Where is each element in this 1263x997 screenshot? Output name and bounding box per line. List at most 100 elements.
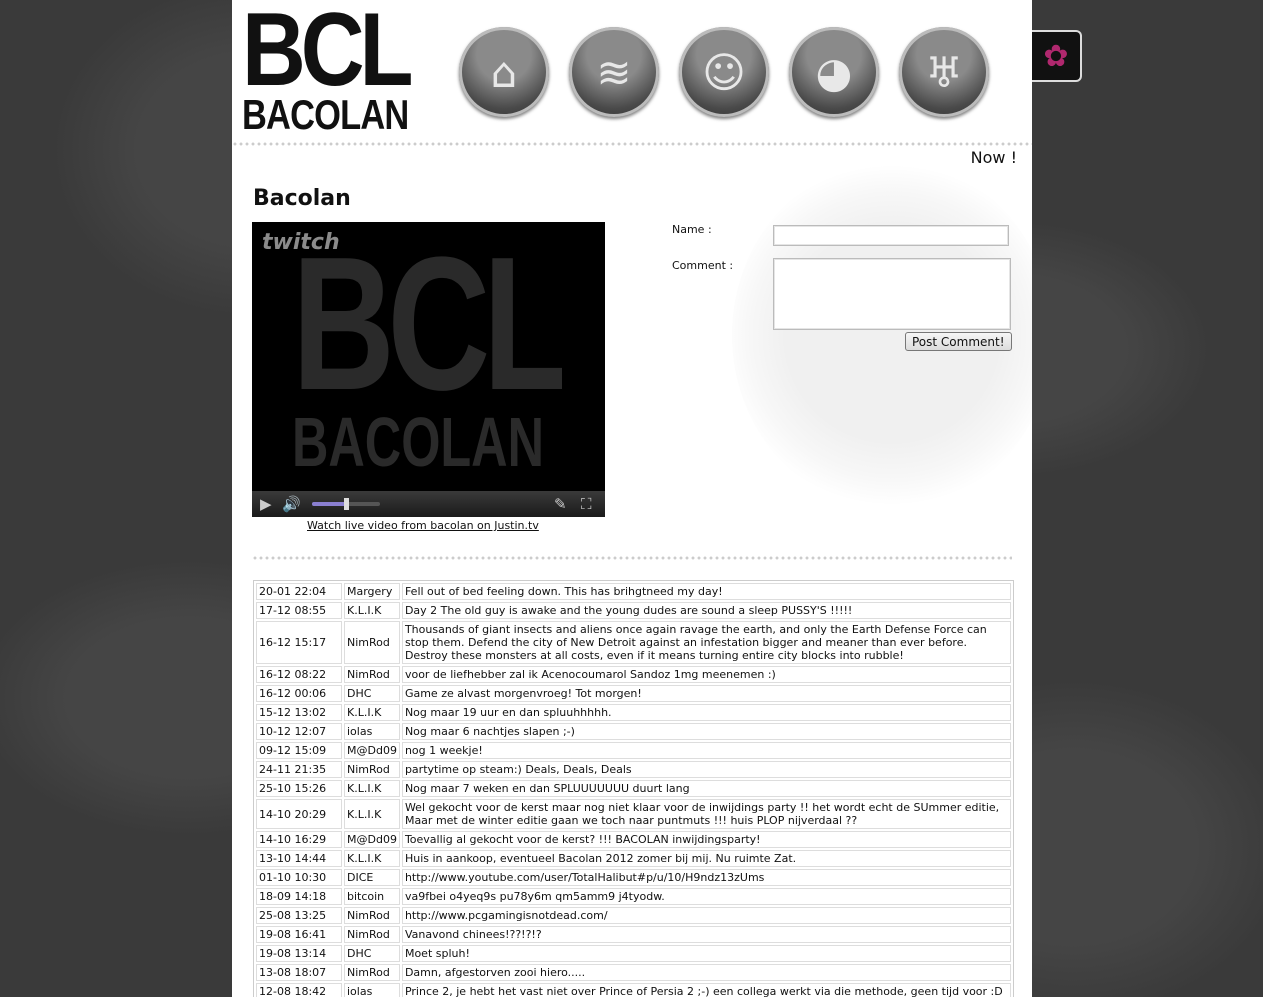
volume-icon[interactable]: 🔊 (282, 495, 301, 513)
comment-text: nog 1 weekje! (401, 742, 1011, 759)
comment-date: 25-08 13:25 (256, 907, 342, 924)
settings-wrench-icon[interactable]: ✎ (554, 495, 567, 513)
side-tab-button[interactable]: ✿ (1032, 30, 1082, 82)
comment-user: NimRod (344, 621, 400, 664)
comment-row: 17-12 08:55 K.L.I.K Day 2 The old guy is a… (256, 602, 1011, 619)
comment-row: 16-12 00:06 DHC Game ze alvast morgenvroeg… (256, 685, 1011, 702)
comment-date: 14-10 16:29 (256, 831, 342, 848)
comment-user: K.L.I.K (344, 780, 400, 797)
comment-date: 16-12 08:22 (256, 666, 342, 683)
comment-date: 19-08 13:14 (256, 945, 342, 962)
comment-row: 13-10 14:44 K.L.I.K Huis in aankoop, event… (256, 850, 1011, 867)
comment-user: iolas (344, 723, 400, 740)
comment-text: partytime op steam:) Deals, Deals, Deals (401, 761, 1011, 778)
nav-pacman-button[interactable]: ◕ (789, 27, 879, 117)
player-controls: ▶ 🔊 ✎ ⛶ (252, 491, 605, 517)
comment-row: 15-12 13:02 K.L.I.K Nog maar 19 uur en dan… (256, 704, 1011, 721)
site-logo[interactable]: BCL BACOLAN (242, 0, 422, 138)
section-divider (252, 556, 1012, 560)
comment-date: 18-09 14:18 (256, 888, 342, 905)
page-container: BCL BACOLAN ⌂ ≋ ☺ ◕ ♅ Now ! Bacolan BCL … (232, 0, 1032, 997)
home-icon: ⌂ (490, 47, 518, 97)
comment-user: K.L.I.K (344, 799, 400, 829)
nav-bat-button[interactable]: ♅ (899, 27, 989, 117)
comment-row: 12-08 18:42 iolas Prince 2, je hebt het va… (256, 983, 1011, 997)
comment-text: Vanavond chinees!??!?!? (401, 926, 1011, 943)
comment-date: 09-12 15:09 (256, 742, 342, 759)
comment-row: 18-09 14:18 bitcoin va9fbei o4yeq9s pu78y6… (256, 888, 1011, 905)
twitch-logo: twitch (262, 230, 340, 255)
watch-live-link[interactable]: Watch live video from bacolan on Justin.… (307, 519, 539, 532)
comment-user: DICE (344, 869, 400, 886)
comment-date: 24-11 21:35 (256, 761, 342, 778)
volume-knob[interactable] (344, 498, 349, 510)
comment-user: DHC (344, 945, 400, 962)
comment-label: Comment : (672, 259, 734, 272)
comment-user: DHC (344, 685, 400, 702)
play-icon[interactable]: ▶ (260, 495, 272, 513)
comment-user: NimRod (344, 761, 400, 778)
logo-bottom-text: BACOLAN (242, 91, 409, 138)
video-player[interactable]: BCL BACOLAN twitch ▶ 🔊 ✎ ⛶ (252, 222, 605, 517)
comment-text: http://www.pcgamingisnotdead.com/ (401, 907, 1011, 924)
comment-row: 09-12 15:09 M@Dd09 nog 1 weekje! (256, 742, 1011, 759)
header-divider (232, 142, 1032, 146)
nav-people-button[interactable]: ☺ (679, 27, 769, 117)
post-comment-button[interactable]: Post Comment! (905, 332, 1012, 351)
comment-row: 14-10 20:29 K.L.I.K Wel gekocht voor de ke… (256, 799, 1011, 829)
now-text: Now ! (970, 148, 1017, 167)
comment-date: 13-08 18:07 (256, 964, 342, 981)
comment-text: Wel gekocht voor de kerst maar nog niet … (401, 799, 1011, 829)
comment-user: bitcoin (344, 888, 400, 905)
bat-icon: ♅ (925, 47, 963, 97)
flower-icon: ✿ (1043, 38, 1069, 74)
comment-date: 17-12 08:55 (256, 602, 342, 619)
comment-user: NimRod (344, 907, 400, 924)
comment-date: 12-08 18:42 (256, 983, 342, 997)
comment-row: 20-01 22:04 Margery Fell out of bed feelin… (256, 583, 1011, 600)
comment-row: 10-12 12:07 iolas Nog maar 6 nachtjes slap… (256, 723, 1011, 740)
comment-row: 25-08 13:25 NimRod http://www.pcgamingisno… (256, 907, 1011, 924)
comment-date: 13-10 14:44 (256, 850, 342, 867)
pacman-icon: ◕ (815, 47, 853, 97)
comment-user: M@Dd09 (344, 742, 400, 759)
comment-text: Moet spluh! (401, 945, 1011, 962)
comment-date: 01-10 10:30 (256, 869, 342, 886)
comment-user: M@Dd09 (344, 831, 400, 848)
comment-date: 16-12 15:17 (256, 621, 342, 664)
name-input[interactable] (773, 225, 1009, 246)
volume-slider[interactable] (312, 498, 380, 510)
comment-text: Fell out of bed feeling down. This has b… (401, 583, 1011, 600)
player-screen-logo: BCL BACOLAN (292, 242, 562, 497)
comment-row: 14-10 16:29 M@Dd09 Toevallig al gekocht vo… (256, 831, 1011, 848)
comment-user: NimRod (344, 964, 400, 981)
waves-icon: ≋ (596, 47, 632, 97)
comment-user: K.L.I.K (344, 850, 400, 867)
nav-waves-button[interactable]: ≋ (569, 27, 659, 117)
volume-fill (312, 502, 346, 506)
comment-text: Toevallig al gekocht voor de kerst? !!! … (401, 831, 1011, 848)
comment-date: 20-01 22:04 (256, 583, 342, 600)
comment-user: K.L.I.K (344, 704, 400, 721)
comment-row: 19-08 16:41 NimRod Vanavond chinees!??!?!? (256, 926, 1011, 943)
comment-text: Nog maar 7 weken en dan SPLUUUUUUU duurt… (401, 780, 1011, 797)
comment-row: 16-12 15:17 NimRod Thousands of giant inse… (256, 621, 1011, 664)
comment-date: 14-10 20:29 (256, 799, 342, 829)
comment-date: 19-08 16:41 (256, 926, 342, 943)
logo-top-text: BCL (242, 0, 413, 108)
comment-row: 16-12 08:22 NimRod voor de liefhebber zal … (256, 666, 1011, 683)
comment-text: Damn, afgestorven zooi hiero..... (401, 964, 1011, 981)
comment-text: Huis in aankoop, eventueel Bacolan 2012 … (401, 850, 1011, 867)
nav-home-button[interactable]: ⌂ (459, 27, 549, 117)
comment-user: iolas (344, 983, 400, 997)
comment-date: 16-12 00:06 (256, 685, 342, 702)
comment-textarea[interactable] (773, 258, 1011, 330)
comment-row: 24-11 21:35 NimRod partytime op steam:) De… (256, 761, 1011, 778)
comment-text: Thousands of giant insects and aliens on… (401, 621, 1011, 664)
comment-text: Game ze alvast morgenvroeg! Tot morgen! (401, 685, 1011, 702)
comment-text: voor de liefhebber zal ik Acenocoumarol … (401, 666, 1011, 683)
comment-row: 01-10 10:30 DICE http://www.youtube.com/us… (256, 869, 1011, 886)
comment-text: Prince 2, je hebt het vast niet over Pri… (401, 983, 1011, 997)
comment-user: NimRod (344, 666, 400, 683)
fullscreen-icon[interactable]: ⛶ (581, 495, 592, 513)
